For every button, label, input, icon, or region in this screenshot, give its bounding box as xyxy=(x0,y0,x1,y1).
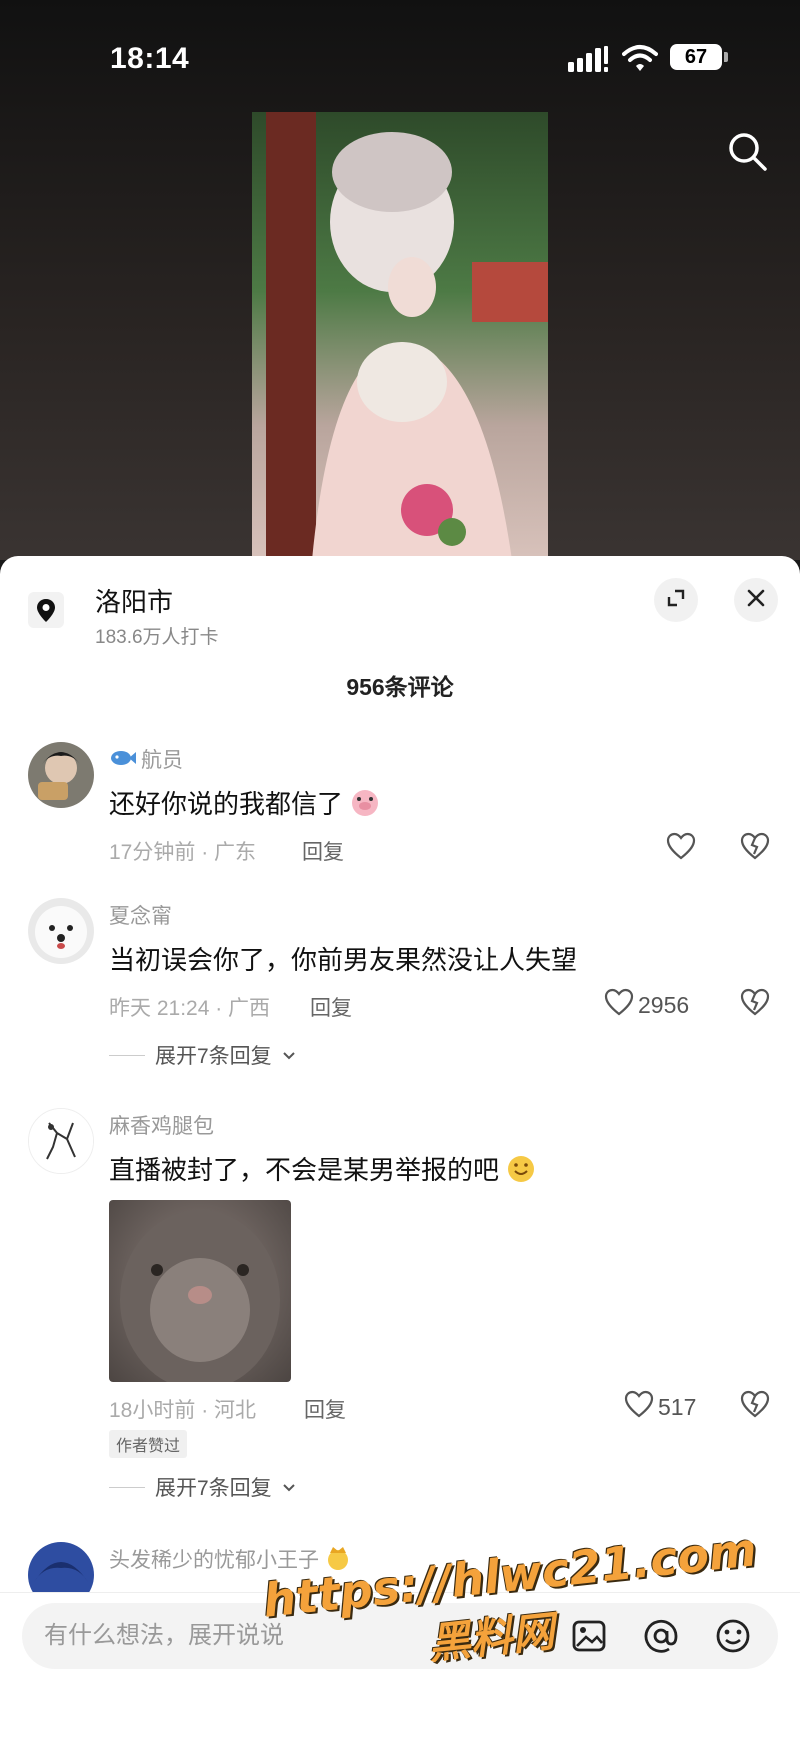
comment-item: 麻香鸡腿包 直播被封了，不会是某男举报的吧 18小时前 · 河北 回复 517 … xyxy=(0,1108,800,1508)
comment-author-name[interactable]: 麻香鸡腿包 xyxy=(109,1110,214,1140)
comment-text: 当初误会你了，你前男友果然没让人失望 xyxy=(109,945,578,975)
expand-icon xyxy=(665,587,687,614)
reply-button[interactable]: 回复 xyxy=(310,992,352,1022)
expand-replies-label: 展开7条回复 xyxy=(155,1477,272,1500)
wifi-icon xyxy=(622,44,658,77)
like-button[interactable] xyxy=(666,832,696,866)
comment-count-title: 956条评论 xyxy=(346,674,454,700)
cellular-signal-icon xyxy=(568,46,612,77)
heart-icon xyxy=(624,1390,654,1424)
avatar[interactable] xyxy=(28,742,94,808)
comment-text-content: 还好你说的我都信了 xyxy=(109,789,344,819)
avatar[interactable] xyxy=(28,1542,94,1592)
dislike-button[interactable] xyxy=(740,988,770,1021)
comment-text-content: 直播被封了，不会是某男举报的吧 xyxy=(109,1155,500,1185)
divider xyxy=(109,1486,145,1488)
expand-replies-label: 展开7条回复 xyxy=(155,1045,272,1068)
battery-indicator: 67 xyxy=(670,44,728,70)
avatar[interactable] xyxy=(28,1108,94,1174)
like-count: 2956 xyxy=(638,991,690,1018)
author-liked-badge: 作者赞过 xyxy=(109,1430,188,1458)
broken-heart-icon xyxy=(740,1390,770,1422)
expand-replies-button[interactable]: 展开7条回复 xyxy=(109,1040,296,1070)
image-icon[interactable] xyxy=(570,1617,608,1660)
comment-author[interactable]: 头发稀少的忧郁小王子 xyxy=(109,1544,351,1577)
comment-item: 航员 还好你说的我都信了 17分钟前 · 广东 回复 xyxy=(0,742,800,882)
mention-icon[interactable] xyxy=(642,1617,680,1660)
comment-time-location: 17分钟前 · 广东 xyxy=(109,841,257,864)
location-pin-icon[interactable] xyxy=(28,592,64,628)
status-bar: 18:14 67 xyxy=(0,38,800,78)
comment-author[interactable]: 航员 xyxy=(109,744,183,774)
close-button[interactable] xyxy=(734,578,778,622)
dislike-button[interactable] xyxy=(740,832,770,865)
status-time: 18:14 xyxy=(110,42,190,75)
reply-button[interactable]: 回复 xyxy=(304,1394,346,1424)
search-icon[interactable] xyxy=(726,130,770,179)
avatar[interactable] xyxy=(28,898,94,964)
video-area[interactable]: 18:14 67 xyxy=(0,0,800,560)
comment-author-name[interactable]: 夏念甯 xyxy=(109,900,172,930)
location-title[interactable]: 洛阳市 xyxy=(95,582,173,619)
comment-time-location: 18小时前 · 河北 xyxy=(109,1399,257,1422)
smile-emoji-icon xyxy=(506,1154,536,1191)
comment-text: 直播被封了，不会是某男举报的吧 xyxy=(109,1150,536,1191)
comment-text: 还好你说的我都信了 xyxy=(109,784,380,825)
comment-time-location: 昨天 21:24 · 广西 xyxy=(109,997,271,1020)
video-thumbnail[interactable] xyxy=(252,112,548,560)
chevron-down-icon xyxy=(282,1475,296,1499)
comment-sheet: 洛阳市 183.6万人打卡 956条评论 航员 还好你说的我都信了 17分钟前 … xyxy=(0,556,800,1739)
expand-button[interactable] xyxy=(654,578,698,622)
divider xyxy=(109,1054,145,1056)
heart-icon xyxy=(666,832,696,866)
comment-author-name: 航员 xyxy=(141,749,183,772)
emoji-icon[interactable] xyxy=(714,1617,752,1660)
like-count: 517 xyxy=(658,1393,697,1420)
comment-image-hamster[interactable] xyxy=(109,1200,291,1382)
broken-heart-icon xyxy=(740,988,770,1020)
location-checkin-count: 183.6万人打卡 xyxy=(95,627,219,648)
expand-replies-button[interactable]: 展开7条回复 xyxy=(109,1472,296,1502)
like-button[interactable]: 517 xyxy=(624,1390,696,1424)
like-button[interactable]: 2956 xyxy=(604,988,689,1022)
heart-icon xyxy=(604,988,634,1022)
comment-input-bar xyxy=(0,1592,800,1740)
comment-author-name: 头发稀少的忧郁小王子 xyxy=(109,1549,319,1572)
dislike-button[interactable] xyxy=(740,1390,770,1423)
broken-heart-icon xyxy=(740,832,770,864)
comment-item: 夏念甯 当初误会你了，你前男友果然没让人失望 昨天 21:24 · 广西 回复 … xyxy=(0,898,800,1068)
fish-badge-icon xyxy=(109,748,137,774)
prince-emoji-icon xyxy=(325,1545,351,1577)
close-icon xyxy=(745,587,767,614)
reply-button[interactable]: 回复 xyxy=(302,836,344,866)
chevron-down-icon xyxy=(282,1043,296,1067)
pig-emoji-icon xyxy=(350,788,380,825)
comment-item: 头发稀少的忧郁小王子 xyxy=(0,1542,800,1592)
